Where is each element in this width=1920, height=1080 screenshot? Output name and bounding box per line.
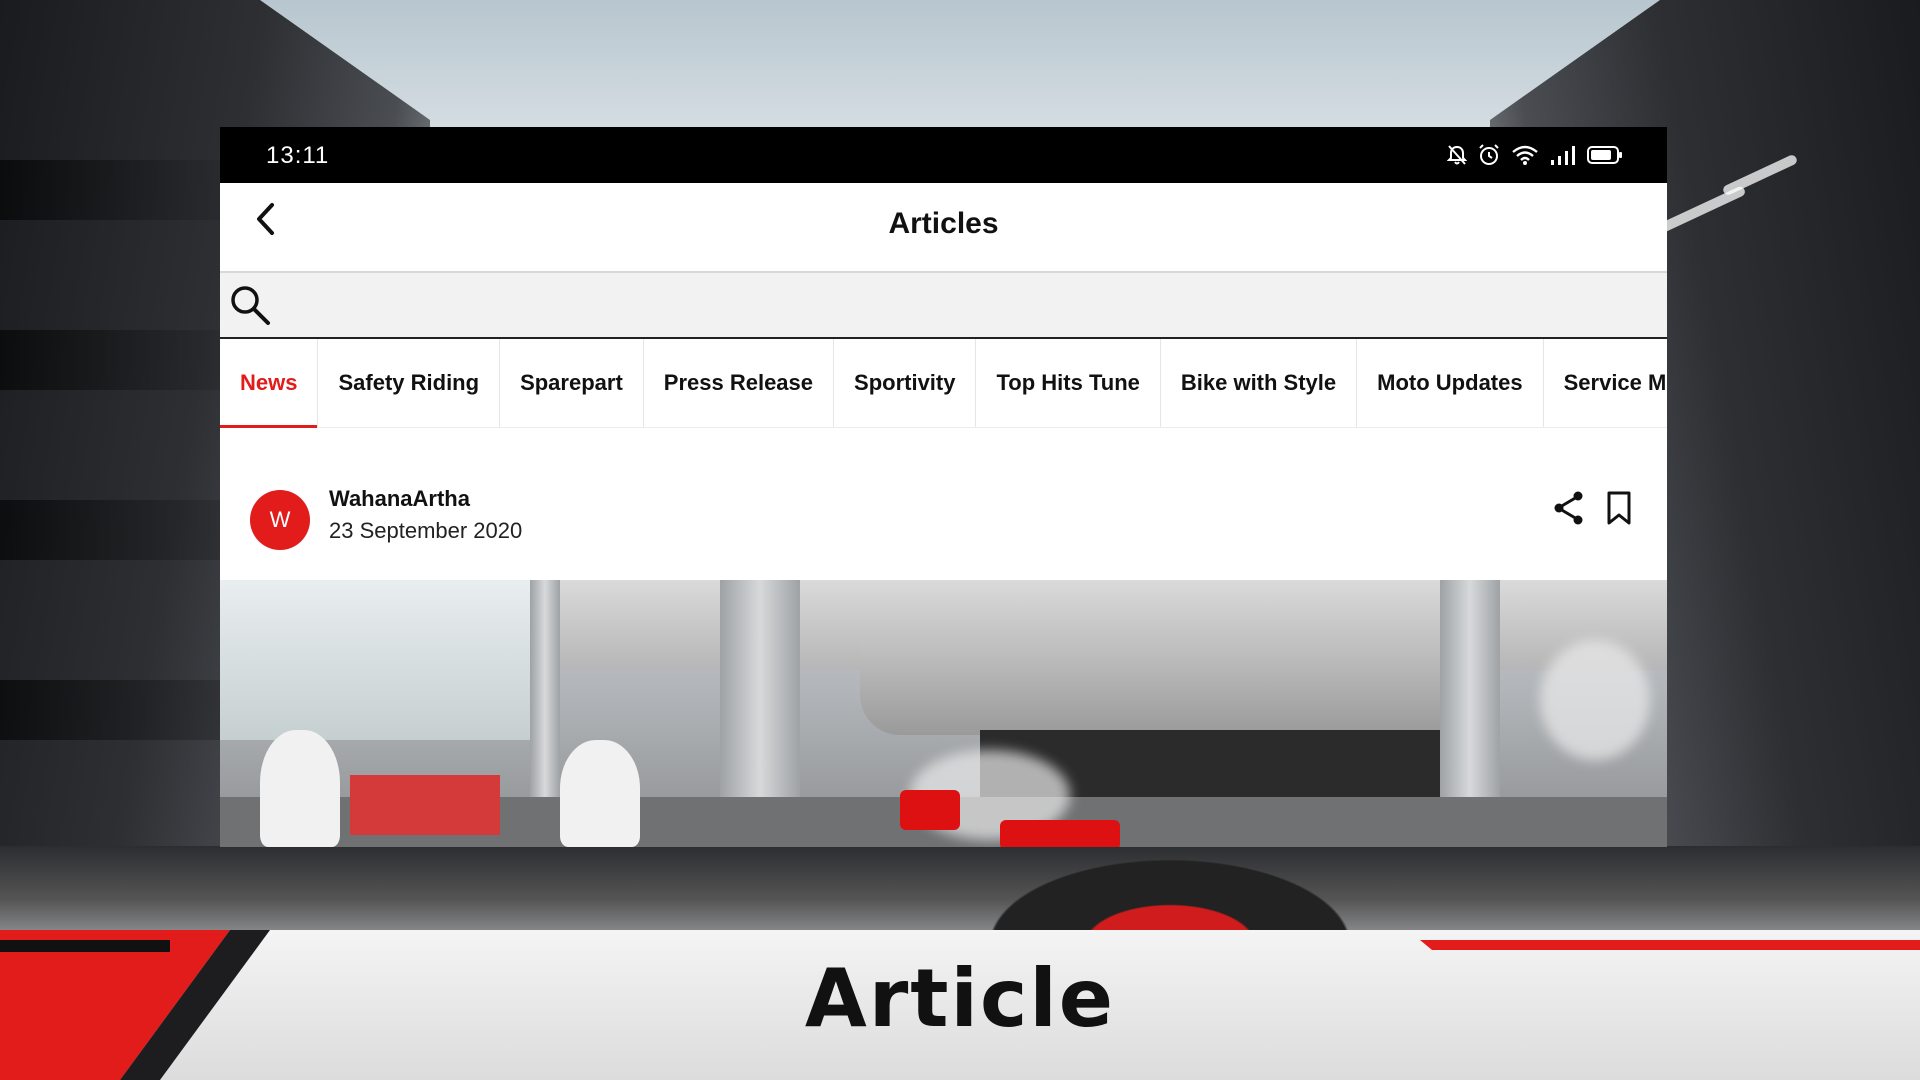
wifi-icon: [1512, 145, 1538, 165]
search-button[interactable]: [228, 283, 272, 327]
tab-label: Safety Riding: [338, 370, 480, 395]
caption-title: Article: [804, 952, 1116, 1045]
status-icons: [1447, 143, 1623, 167]
page-title: Articles: [888, 207, 999, 240]
avatar-initial: W: [269, 507, 291, 532]
post-author[interactable]: WahanaArtha: [329, 486, 470, 512]
bell-off-icon: [1447, 145, 1467, 165]
post-header: W WahanaArtha 23 September 2020: [220, 428, 1667, 579]
alarm-icon: [1479, 144, 1499, 165]
caption-black-bar-left: [0, 940, 170, 952]
tab-press-release[interactable]: Press Release: [644, 339, 835, 427]
tab-top-hits-tune[interactable]: Top Hits Tune: [976, 339, 1161, 427]
tab-label: Sparepart: [520, 370, 623, 395]
search-input[interactable]: [284, 273, 1657, 339]
status-time: 13:11: [266, 142, 330, 169]
category-tabs: News Safety Riding Sparepart Press Relea…: [220, 339, 1667, 428]
tab-sparepart[interactable]: Sparepart: [500, 339, 644, 427]
avatar[interactable]: W: [250, 490, 310, 550]
tab-safety-riding[interactable]: Safety Riding: [318, 339, 501, 427]
tab-bike-with-style[interactable]: Bike with Style: [1161, 339, 1358, 427]
tab-label: Sportivity: [854, 370, 956, 395]
search-bar: [220, 273, 1667, 339]
tab-sportivity[interactable]: Sportivity: [834, 339, 977, 427]
tab-label: News: [240, 370, 298, 395]
tab-label: Bike with Style: [1180, 370, 1337, 395]
tab-moto-updates[interactable]: Moto Updates: [1357, 339, 1544, 427]
app-bar: Articles: [220, 183, 1667, 273]
status-bar: 13:11: [220, 127, 1667, 183]
tab-label: Press Release: [663, 370, 814, 395]
bookmark-icon: [1607, 491, 1631, 525]
article-image[interactable]: [220, 580, 1667, 847]
share-button[interactable]: [1549, 488, 1589, 528]
tab-news[interactable]: News: [220, 339, 319, 428]
tab-label: Moto Updates: [1377, 370, 1523, 395]
signal-icon: [1551, 146, 1575, 165]
tab-label: Service Motor: [1563, 370, 1667, 395]
tab-label: Top Hits Tune: [996, 370, 1140, 395]
background-motorcycle: [960, 846, 1380, 936]
post-date: 23 September 2020: [329, 518, 523, 543]
phone-screen: 13:11 Articles News Safety Riding Sparep…: [220, 127, 1667, 847]
caption-red-bar-right: [1420, 940, 1920, 950]
tab-service-motor[interactable]: Service Motor: [1544, 339, 1667, 427]
battery-icon: [1587, 146, 1622, 164]
bookmark-button[interactable]: [1599, 488, 1639, 528]
share-icon: [1554, 491, 1583, 525]
search-icon: [231, 286, 270, 325]
